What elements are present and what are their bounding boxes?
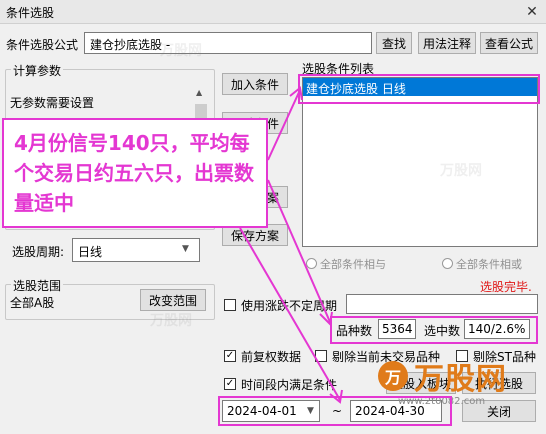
arrow-line (267, 89, 301, 161)
arrow-line (267, 179, 331, 323)
annotation-arrows (239, 86, 343, 404)
arrow-line (239, 227, 341, 401)
